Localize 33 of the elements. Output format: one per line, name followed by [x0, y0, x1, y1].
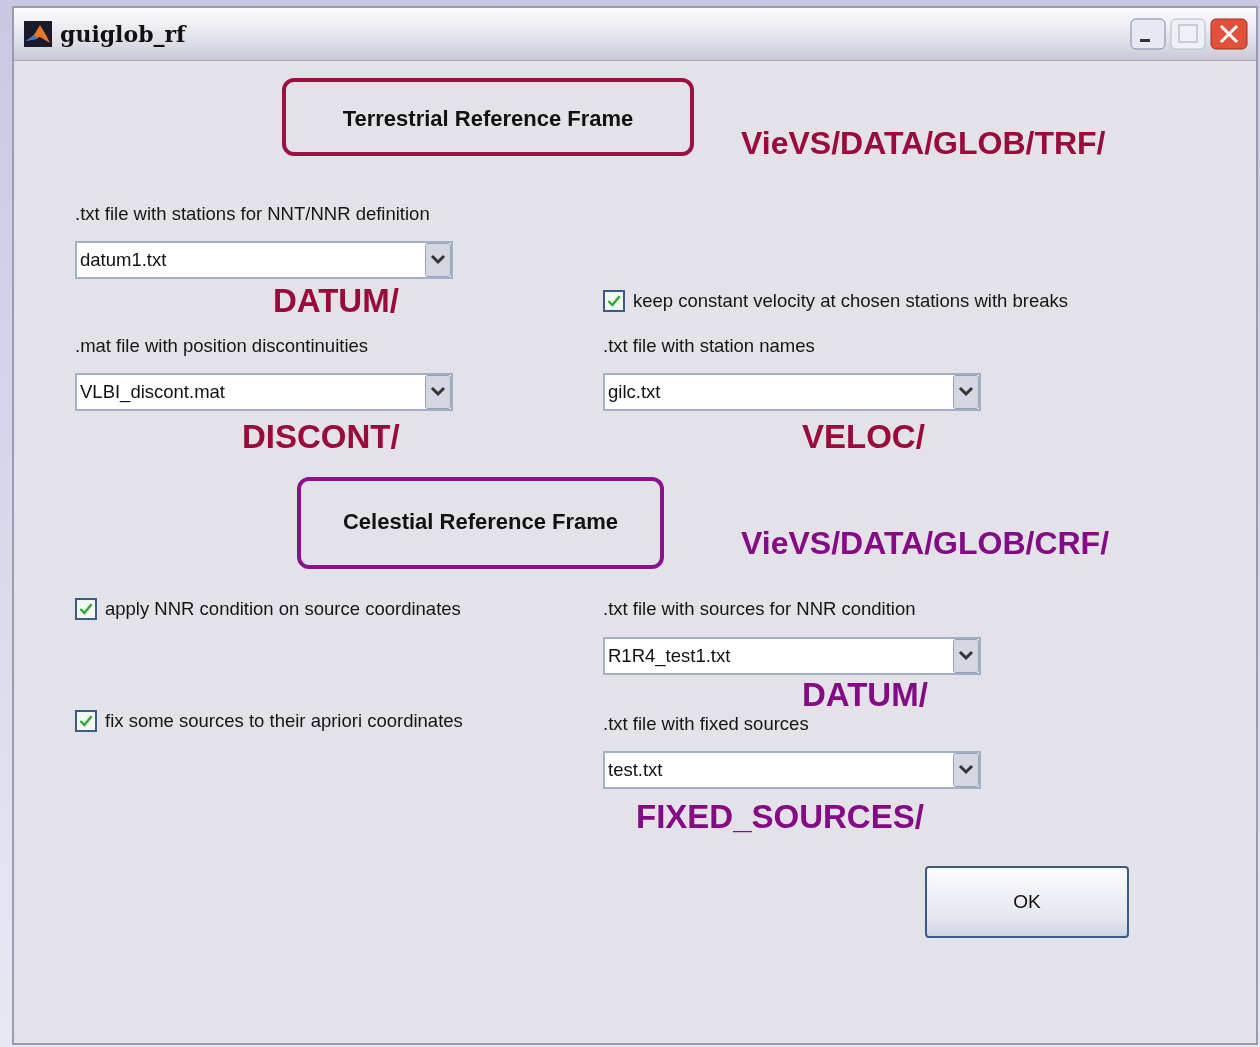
- field-label: .txt file with station names: [603, 335, 815, 356]
- window-title: guiglob_rf: [60, 21, 186, 47]
- field-label: .txt file with stations for NNT/NNR definition: [75, 203, 431, 225]
- field-label: .txt file with sources for NNR condition: [603, 598, 917, 620]
- folder-annotation: DISCONT/: [242, 419, 400, 455]
- minimize-button[interactable]: [1130, 18, 1166, 50]
- folder-annotation: DATUM/: [802, 677, 928, 713]
- file-dropdown[interactable]: gilc.txt: [603, 373, 981, 411]
- checkbox-label: fix some sources to their apriori coordinates: [105, 710, 463, 732]
- section-heading: Terrestrial Reference Frame: [342, 106, 634, 133]
- file-dropdown[interactable]: test.txt: [603, 751, 981, 789]
- checkbox[interactable]: [603, 290, 625, 312]
- field-label: .txt file with fixed sources: [603, 713, 810, 735]
- file-dropdown[interactable]: datum1.txt: [75, 241, 453, 279]
- checkbox[interactable]: [75, 598, 97, 620]
- field-label: .mat file with position discontinuities: [75, 335, 369, 356]
- close-button[interactable]: [1210, 18, 1248, 50]
- folder-annotation: FIXED_SOURCES/: [636, 799, 924, 835]
- ok-button[interactable]: OK: [925, 866, 1129, 938]
- file-dropdown[interactable]: R1R4_test1.txt: [603, 637, 981, 675]
- app-icon: [24, 21, 52, 47]
- check-icon: [78, 713, 94, 729]
- check-icon: [78, 601, 94, 617]
- file-dropdown[interactable]: VLBI_discont.mat: [75, 373, 453, 411]
- checkbox-label: apply NNR condition on source coordinates: [105, 598, 461, 620]
- checkbox[interactable]: [75, 710, 97, 732]
- checkbox-label: keep constant velocity at chosen stations with breaks: [633, 290, 1068, 312]
- section-heading: Celestial Reference Frame: [342, 509, 619, 536]
- folder-annotation: VELOC/: [802, 419, 925, 455]
- folder-path: VieVS/DATA/GLOB/CRF/: [741, 525, 1110, 562]
- folder-path: VieVS/DATA/GLOB/TRF/: [741, 125, 1106, 162]
- folder-annotation: DATUM/: [273, 283, 399, 319]
- check-icon: [606, 293, 622, 309]
